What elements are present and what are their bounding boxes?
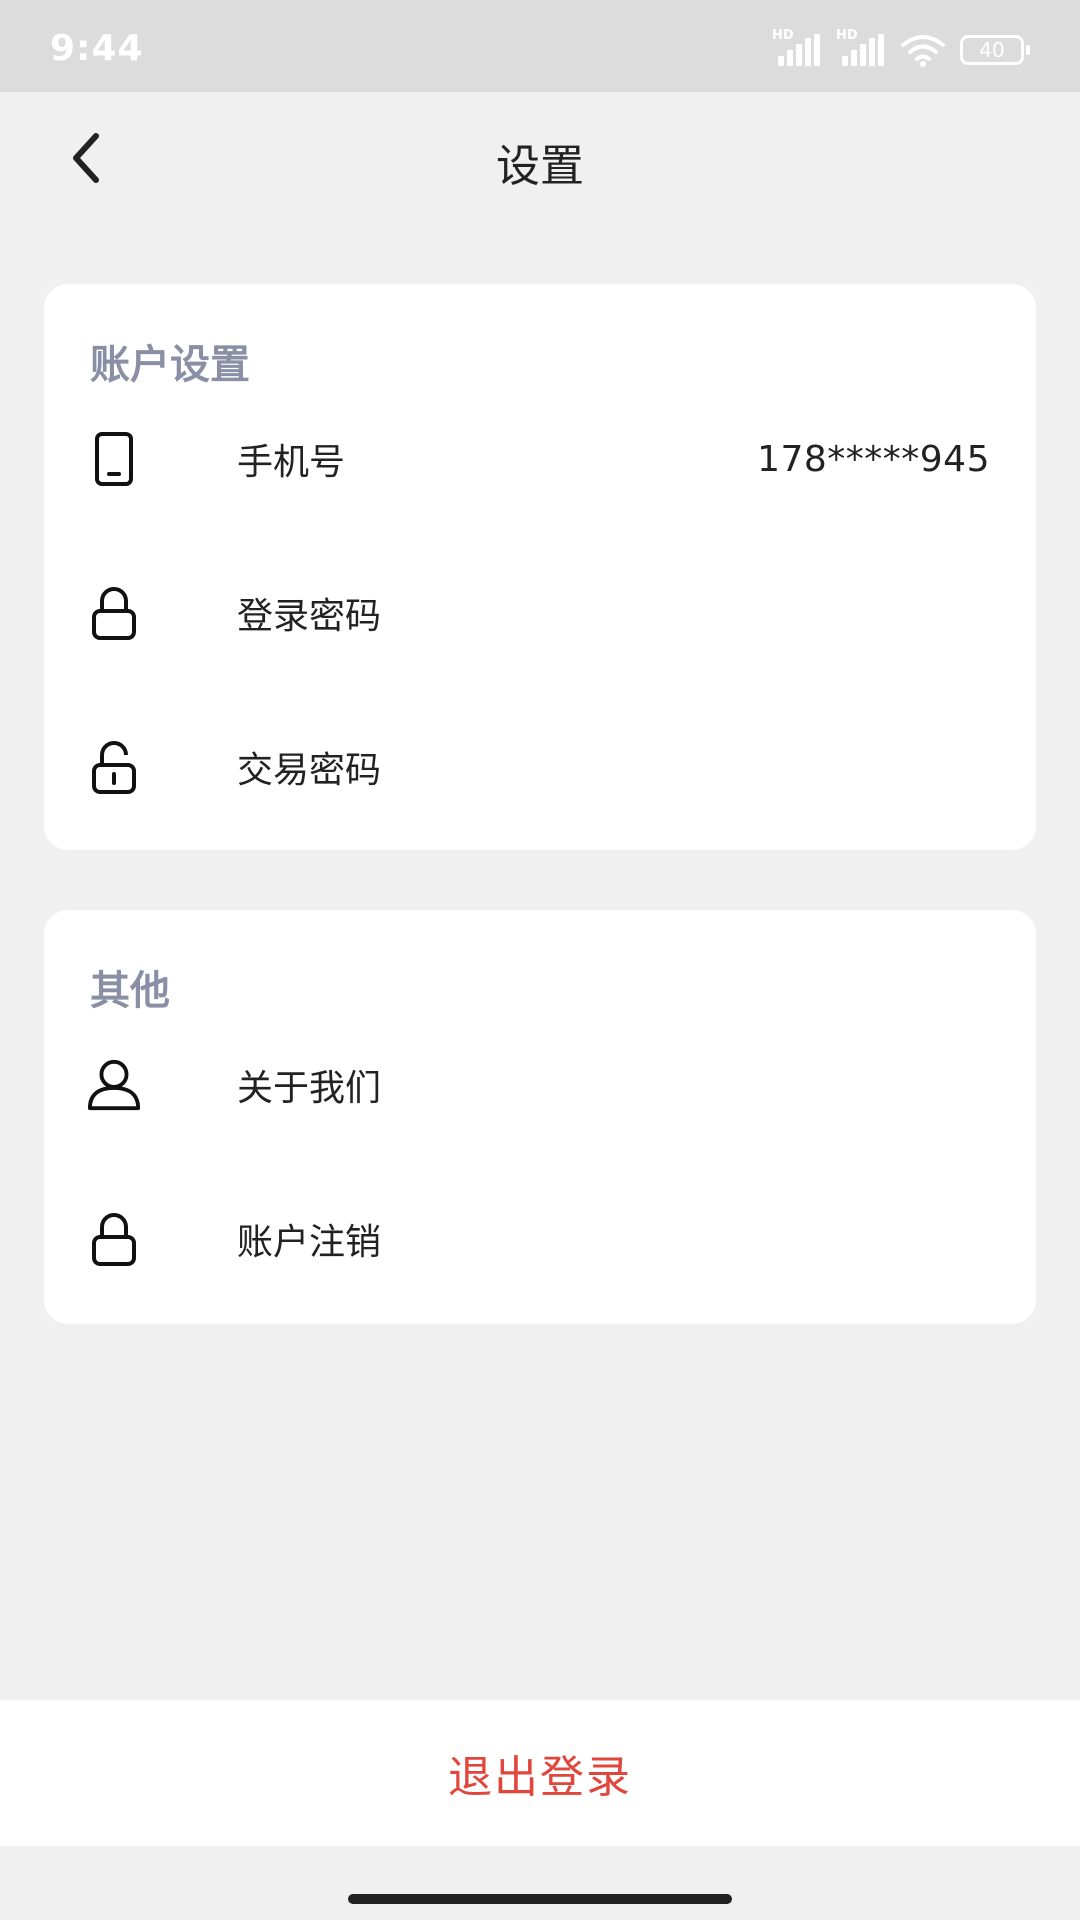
battery-icon: 40 bbox=[960, 35, 1030, 65]
settings-screen: 9:44 HD HD 40 设置 账户设置 手机号 178*****945 登录… bbox=[0, 0, 1080, 1920]
settings-row-label: 手机号 bbox=[237, 442, 346, 483]
signal-icon: HD bbox=[772, 28, 822, 68]
other-card: 其他 关于我们 账户注销 bbox=[44, 910, 1036, 1324]
unlock-icon bbox=[86, 737, 142, 797]
phone-icon bbox=[86, 429, 142, 489]
status-time: 9:44 bbox=[50, 28, 144, 69]
phone-number-value: 178*****945 bbox=[757, 438, 990, 480]
logout-label: 退出登录 bbox=[448, 1752, 632, 1803]
logout-button[interactable]: 退出登录 bbox=[0, 1700, 1080, 1846]
settings-row-label: 关于我们 bbox=[237, 1068, 382, 1109]
settings-row-delete-account[interactable]: 账户注销 bbox=[44, 1184, 1036, 1294]
settings-row-login-password[interactable]: 登录密码 bbox=[44, 558, 1036, 668]
status-bar: 9:44 HD HD 40 bbox=[0, 0, 1080, 92]
user-icon bbox=[86, 1055, 142, 1115]
settings-row-label: 登录密码 bbox=[237, 596, 382, 637]
wifi-icon bbox=[901, 35, 945, 67]
section-title-other: 其他 bbox=[90, 968, 170, 1014]
settings-row-label: 账户注销 bbox=[237, 1222, 382, 1263]
status-icons: HD HD 40 bbox=[772, 28, 1030, 70]
battery-level: 40 bbox=[979, 38, 1005, 62]
section-title-account: 账户设置 bbox=[90, 342, 250, 388]
lock-icon bbox=[86, 1209, 142, 1269]
home-indicator[interactable] bbox=[348, 1894, 732, 1904]
page-title: 设置 bbox=[496, 141, 584, 192]
settings-row-label: 交易密码 bbox=[237, 750, 382, 791]
account-settings-card: 账户设置 手机号 178*****945 登录密码 交易密码 bbox=[44, 284, 1036, 850]
settings-row-phone[interactable]: 手机号 178*****945 bbox=[44, 404, 1036, 514]
signal-icon: HD bbox=[836, 28, 886, 68]
nav-bar: 设置 bbox=[0, 92, 1080, 224]
settings-row-about-us[interactable]: 关于我们 bbox=[44, 1030, 1036, 1140]
settings-row-trade-password[interactable]: 交易密码 bbox=[44, 712, 1036, 822]
lock-icon bbox=[86, 583, 142, 643]
